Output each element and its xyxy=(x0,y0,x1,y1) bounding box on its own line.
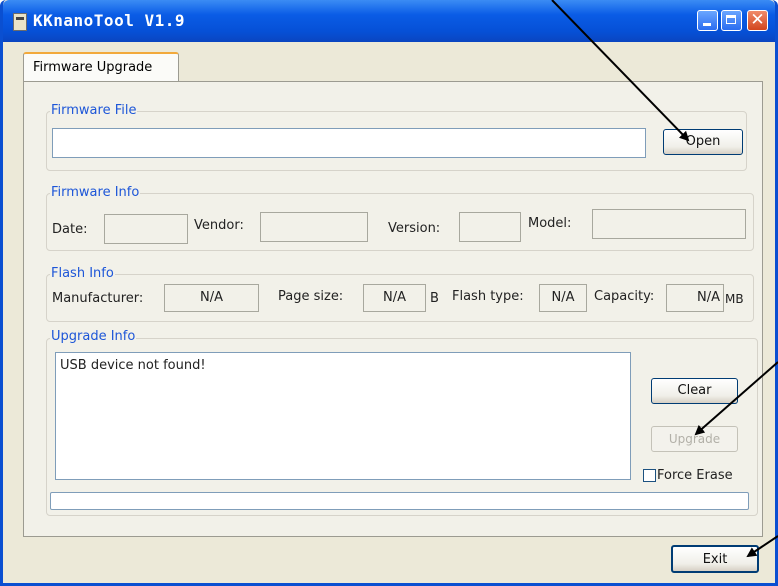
manufacturer-field: N/A xyxy=(164,284,259,312)
maximize-icon[interactable] xyxy=(721,10,742,31)
model-label: Model: xyxy=(528,216,572,231)
date-label: Date: xyxy=(52,222,88,237)
upgrade-info-group-label: Upgrade Info xyxy=(50,329,137,345)
force-erase-label: Force Erase xyxy=(657,468,733,483)
app-window: KKnanoTool V1.9 ✕ Firmware Upgrade Firmw… xyxy=(0,0,778,586)
force-erase-checkbox[interactable] xyxy=(643,469,656,482)
capacity-label: Capacity: xyxy=(594,289,655,304)
firmware-path-input[interactable] xyxy=(52,128,646,158)
page-size-field: N/A xyxy=(363,284,426,312)
minimize-icon[interactable] xyxy=(697,10,718,31)
exit-button[interactable]: Exit xyxy=(671,545,759,573)
page-size-label: Page size: xyxy=(278,289,344,304)
date-field xyxy=(104,214,188,244)
capacity-field: N/A xyxy=(666,284,724,312)
flash-info-group-label: Flash Info xyxy=(50,266,115,282)
upgrade-button[interactable]: Upgrade xyxy=(651,426,738,452)
app-icon xyxy=(13,13,27,31)
version-label: Version: xyxy=(388,221,441,236)
firmware-file-group-label: Firmware File xyxy=(50,103,138,119)
firmware-upgrade-panel: Firmware File Open Firmware Info Date: V… xyxy=(23,81,763,537)
flash-type-field: N/A xyxy=(539,284,587,312)
model-field xyxy=(592,209,746,239)
clear-button[interactable]: Clear xyxy=(651,378,738,404)
manufacturer-label: Manufacturer: xyxy=(52,291,144,306)
firmware-info-group-label: Firmware Info xyxy=(50,185,141,201)
upgrade-log-textarea[interactable]: USB device not found! xyxy=(55,352,631,480)
upgrade-progress-bar xyxy=(50,492,749,510)
vendor-field xyxy=(260,212,368,242)
flash-type-label: Flash type: xyxy=(452,289,524,304)
vendor-label: Vendor: xyxy=(194,218,244,233)
version-field xyxy=(459,212,521,242)
close-glyph: ✕ xyxy=(750,10,765,30)
open-button[interactable]: Open xyxy=(663,129,743,155)
capacity-unit: MB xyxy=(725,292,744,306)
title-bar[interactable]: KKnanoTool V1.9 ✕ xyxy=(3,0,775,42)
window-title: KKnanoTool V1.9 xyxy=(33,11,185,30)
page-size-unit: B xyxy=(430,291,439,306)
close-icon[interactable]: ✕ xyxy=(747,10,768,31)
tab-firmware-upgrade[interactable]: Firmware Upgrade xyxy=(23,52,179,82)
